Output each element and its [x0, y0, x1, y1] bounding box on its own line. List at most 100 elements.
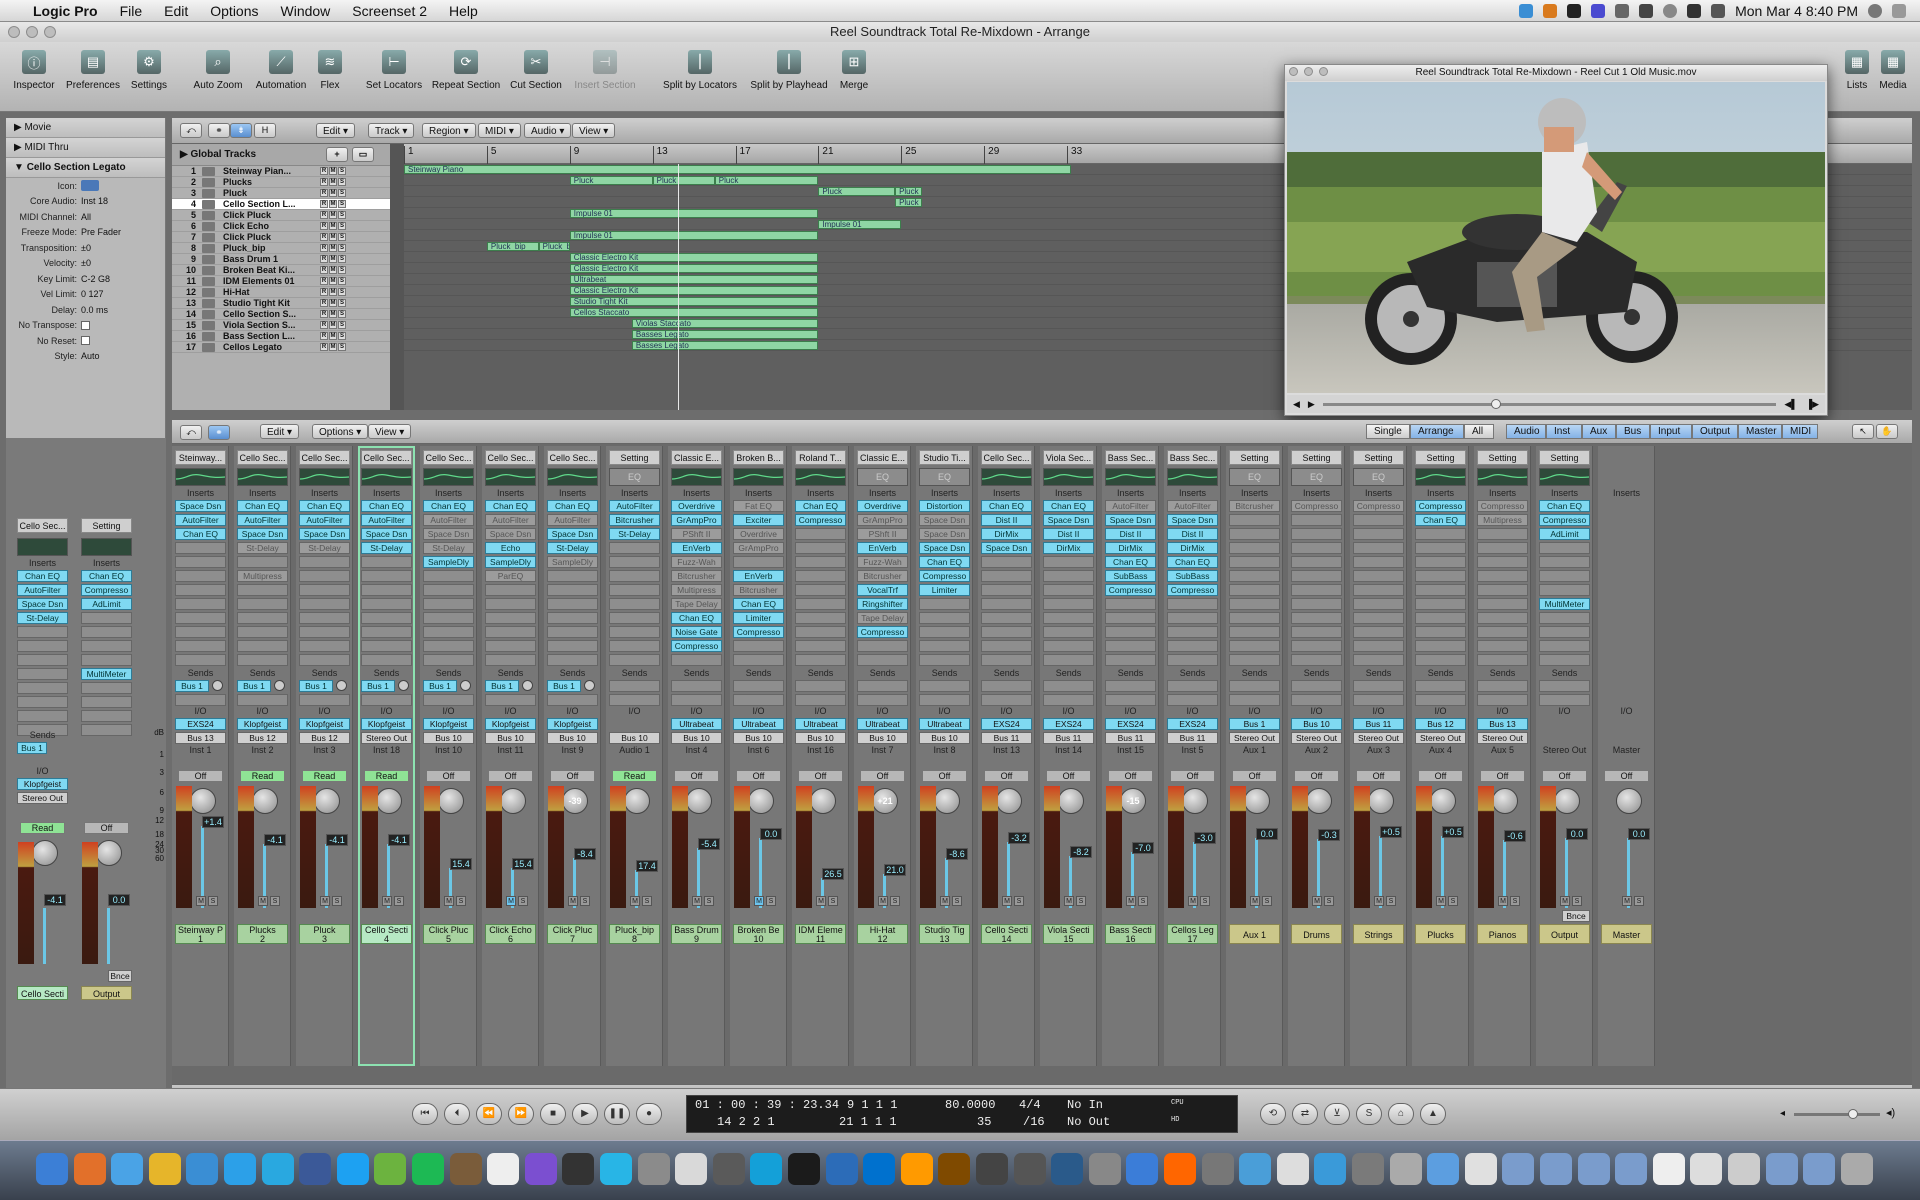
input-slot[interactable]: Bus 12	[1415, 718, 1466, 730]
insert-slot[interactable]	[237, 584, 288, 596]
insert-slot[interactable]: Space Dsn	[919, 528, 970, 540]
play-button[interactable]: ▶	[572, 1103, 598, 1125]
insert-slot[interactable]	[299, 654, 350, 666]
track-header[interactable]: 12 Hi-Hat R M S	[172, 287, 390, 298]
setting-button[interactable]: Setting	[81, 518, 132, 533]
insert-slot[interactable]: GrAmpPro	[671, 514, 722, 526]
insert-slot[interactable]	[237, 640, 288, 652]
toolbar-lists-button[interactable]: ▦ Lists	[1839, 50, 1875, 91]
insert-slot[interactable]: Multipress	[1477, 514, 1528, 526]
send-slot[interactable]	[609, 680, 660, 692]
insert-slot[interactable]: MultiMeter	[81, 668, 132, 680]
insert-slot[interactable]: Compresso	[671, 640, 722, 652]
insert-slot[interactable]	[361, 654, 412, 666]
solo-button[interactable]: S	[1076, 896, 1086, 906]
dock-app-icon[interactable]	[111, 1153, 144, 1185]
solo-button[interactable]: S	[270, 896, 280, 906]
solo-button[interactable]: S	[580, 896, 590, 906]
strip-name[interactable]: Pianos	[1477, 924, 1528, 944]
eq-display[interactable]	[1043, 468, 1094, 486]
view-all[interactable]: All	[1464, 424, 1494, 439]
track-solo-button[interactable]: S	[338, 343, 346, 351]
track-name[interactable]: Studio Tight Kit	[223, 298, 319, 308]
region[interactable]: Ultrabeat	[569, 275, 819, 284]
solo-button[interactable]: S	[332, 896, 342, 906]
insert-slot[interactable]	[1353, 556, 1404, 568]
automation-mode[interactable]: Off	[798, 770, 843, 782]
insert-slot[interactable]	[17, 696, 68, 708]
automation-mode[interactable]: Off	[1604, 770, 1649, 782]
pause-button[interactable]: ❚❚	[604, 1103, 630, 1125]
filter-master[interactable]: Master	[1738, 424, 1782, 439]
dock-app-icon[interactable]	[900, 1153, 933, 1185]
replace-button[interactable]: ⟲	[1260, 1103, 1286, 1125]
mute-button[interactable]: M	[1374, 896, 1384, 906]
insert-slot[interactable]: Space Dsn	[1167, 514, 1218, 526]
send-slot[interactable]	[1043, 680, 1094, 692]
toolbar-preferences-button[interactable]: ▤ Preferences	[63, 50, 123, 91]
mute-button[interactable]: M	[568, 896, 578, 906]
metronome-button[interactable]: ▲	[1420, 1103, 1446, 1125]
dock-app-icon[interactable]	[1728, 1153, 1760, 1185]
strip-name[interactable]: Plucks	[1415, 924, 1466, 944]
mixer-menu-edit[interactable]: Edit ▾	[260, 424, 300, 439]
eq-display[interactable]	[1229, 468, 1280, 486]
send-slot[interactable]	[609, 694, 660, 706]
insert-slot[interactable]: AdLimit	[1539, 528, 1590, 540]
setting-button[interactable]: Cello Sec...	[485, 450, 536, 465]
region[interactable]: Impulse 01	[569, 231, 819, 240]
insert-slot[interactable]	[1229, 598, 1280, 610]
automation-mode[interactable]: Off	[1480, 770, 1525, 782]
app-tray-icon[interactable]	[1543, 3, 1558, 18]
track-solo-button[interactable]: S	[338, 200, 346, 208]
insert-slot[interactable]	[1291, 640, 1342, 652]
insert-slot[interactable]: Fuzz-Wah	[671, 556, 722, 568]
insert-slot[interactable]	[1477, 584, 1528, 596]
insert-slot[interactable]	[361, 598, 412, 610]
pan-knob[interactable]	[376, 788, 402, 814]
play-icon[interactable]: ▶	[1308, 399, 1315, 410]
insert-slot[interactable]: Chan EQ	[237, 500, 288, 512]
insert-slot[interactable]: AutoFilter	[1167, 500, 1218, 512]
mute-button[interactable]: M	[1436, 896, 1446, 906]
insert-slot[interactable]	[1477, 612, 1528, 624]
insert-slot[interactable]: EnVerb	[857, 542, 908, 554]
insert-slot[interactable]	[175, 598, 226, 610]
pan-knob[interactable]	[1554, 788, 1580, 814]
setting-button[interactable]: Cello Sec...	[299, 450, 350, 465]
param-value[interactable]: Pre Fader	[81, 227, 121, 237]
input-slot[interactable]: Klopfgeist	[423, 718, 474, 730]
insert-slot[interactable]	[1477, 528, 1528, 540]
insert-slot[interactable]: Chan EQ	[81, 570, 132, 582]
insert-slot[interactable]	[175, 654, 226, 666]
insert-slot[interactable]	[919, 654, 970, 666]
insert-slot[interactable]	[1291, 654, 1342, 666]
mute-button[interactable]: M	[754, 896, 764, 906]
dock-app-icon[interactable]	[73, 1153, 106, 1185]
region[interactable]: Classic Electro Kit	[569, 264, 819, 273]
dock-app-icon[interactable]	[36, 1153, 68, 1185]
track-name[interactable]: Cello Section L...	[223, 199, 319, 209]
insert-slot[interactable]	[17, 668, 68, 680]
hide-button[interactable]: H	[254, 123, 276, 138]
track-header[interactable]: 14 Cello Section S... R M S	[172, 309, 390, 320]
region[interactable]: Classic Electro Kit	[569, 253, 819, 262]
insert-slot[interactable]	[1353, 654, 1404, 666]
insert-slot[interactable]: SubBass	[1167, 570, 1218, 582]
mute-button[interactable]: M	[1064, 896, 1074, 906]
insert-slot[interactable]	[1167, 626, 1218, 638]
track-solo-button[interactable]: S	[338, 288, 346, 296]
region[interactable]: Pluck	[714, 176, 819, 185]
eject-icon[interactable]	[1639, 3, 1654, 18]
solo-button[interactable]: S	[704, 896, 714, 906]
insert-slot[interactable]: Space Dsn	[547, 528, 598, 540]
track-solo-button[interactable]: S	[338, 178, 346, 186]
param-row[interactable]: Style: Auto	[6, 349, 165, 365]
eq-display[interactable]	[423, 468, 474, 486]
send-slot[interactable]	[733, 694, 784, 706]
dock-app-icon[interactable]	[788, 1153, 820, 1185]
insert-slot[interactable]	[175, 542, 226, 554]
insert-slot[interactable]: Chan EQ	[1415, 514, 1466, 526]
insert-slot[interactable]	[857, 654, 908, 666]
send-level-knob[interactable]	[398, 680, 409, 691]
